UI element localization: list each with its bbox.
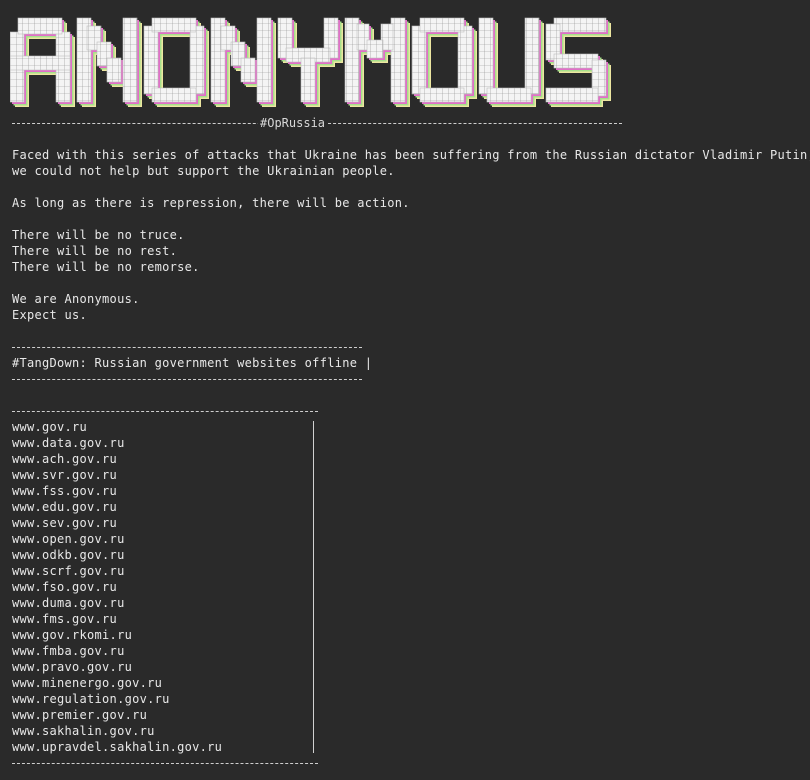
website-item: www.data.gov.ru: [12, 436, 125, 450]
website-item: www.gov.rkomi.ru: [12, 628, 133, 642]
website-item: www.pravo.gov.ru: [12, 660, 133, 674]
website-item: www.duma.gov.ru: [12, 596, 125, 610]
website-item: www.ach.gov.ru: [12, 452, 118, 466]
message-line-2: we could not help but support the Ukrain…: [12, 164, 395, 178]
banner-letter-block: [411, 25, 427, 95]
banner-letter-block: [553, 53, 599, 69]
website-item: www.fso.gov.ru: [12, 580, 118, 594]
banner-letter-block: [457, 25, 473, 95]
website-item: www.premier.gov.ru: [12, 708, 148, 722]
banner-letter-block: [478, 17, 494, 95]
website-item: www.upravdel.sakhalin.gov.ru: [12, 740, 223, 754]
banner-letter-block: [486, 87, 532, 103]
message-line-7: We are Anonymous.: [12, 292, 140, 306]
terminal-window: { "banner": { "text": "ANONYMOUS", "colo…: [0, 0, 810, 780]
tangdown-title: #TangDown: Russian government websites o…: [12, 356, 373, 370]
website-item: www.fmba.gov.ru: [12, 644, 125, 658]
tangdown-bottom-divider: [12, 371, 364, 387]
banner-letter-block: [151, 17, 197, 33]
website-item: www.sakhalin.gov.ru: [12, 724, 155, 738]
list-bottom-divider: [12, 755, 320, 771]
website-item: www.sev.gov.ru: [12, 516, 118, 530]
banner-letter-block: [300, 57, 316, 103]
banner-letter-block: [122, 17, 138, 103]
banner-face: [10, 17, 607, 103]
banner-letter-block: [106, 57, 122, 83]
banner-letter-block: [366, 39, 384, 59]
website-item: www.open.gov.ru: [12, 532, 125, 546]
website-item: www.scrf.gov.ru: [12, 564, 125, 578]
website-item: www.edu.gov.ru: [12, 500, 118, 514]
website-item: www.fss.gov.ru: [12, 484, 118, 498]
banner-letter-block: [10, 55, 71, 71]
message-line-4: There will be no truce.: [12, 228, 185, 242]
banner-letter-block: [143, 25, 159, 95]
message-line-3: As long as there is repression, there wi…: [12, 196, 410, 210]
list-right-border: [313, 421, 314, 753]
banner-letter-block: [545, 87, 599, 103]
banner-letter-block: [419, 87, 465, 103]
banner-letter-block: [151, 87, 197, 103]
message-line-1: Faced with this series of attacks that U…: [12, 148, 810, 162]
website-item: www.gov.ru: [12, 420, 88, 434]
op-divider: #OpRussia: [12, 115, 622, 131]
banner-letter-block: [419, 17, 465, 33]
website-item: www.svr.gov.ru: [12, 468, 118, 482]
message-line-8: Expect us.: [12, 308, 88, 322]
banner-letter-block: [553, 17, 607, 33]
op-tag: #OpRussia: [258, 115, 328, 131]
website-item: www.odkb.gov.ru: [12, 548, 125, 562]
list-top-divider: [12, 403, 320, 419]
website-item: www.minenergo.gov.ru: [12, 676, 163, 690]
message-line-6: There will be no remorse.: [12, 260, 200, 274]
banner-letter-block: [189, 25, 205, 95]
website-item: www.regulation.gov.ru: [12, 692, 170, 706]
tangdown-top-divider: [12, 339, 364, 355]
banner-letter-block: [256, 17, 272, 103]
banner-letter-block: [240, 57, 256, 83]
banner-letter-block: [17, 17, 63, 35]
banner-letter-block: [524, 17, 540, 95]
website-item: www.fms.gov.ru: [12, 612, 118, 626]
anonymous-banner: [10, 17, 611, 107]
message-line-5: There will be no rest.: [12, 244, 178, 258]
